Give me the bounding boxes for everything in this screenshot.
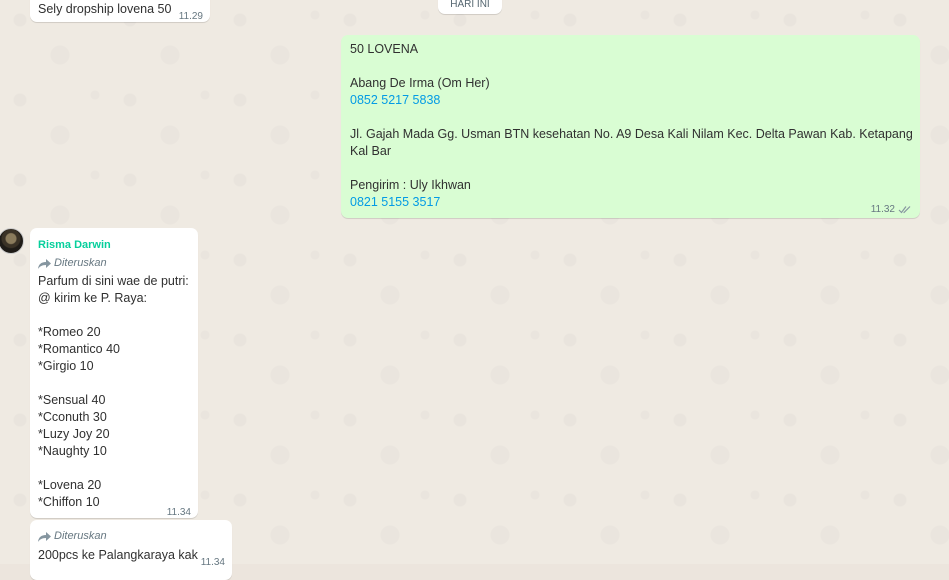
message-time: 11.32 — [870, 204, 895, 215]
message-line — [350, 160, 913, 177]
message-time: 11.34 — [166, 507, 191, 518]
message-text: Sely dropship lovena 50 — [38, 2, 172, 16]
message-body: Parfum di sini wae de putri: @ kirim ke P… — [38, 273, 189, 511]
message-line: Abang De Irma (Om Her) — [350, 76, 490, 90]
message-line — [38, 307, 189, 324]
message-line: *Girgio 10 — [38, 359, 94, 373]
message-outgoing-1[interactable]: 50 LOVENA Abang De Irma (Om Her) 0852 521… — [341, 35, 920, 218]
message-line — [350, 109, 913, 126]
message-line — [38, 375, 189, 392]
message-time: 11.34 — [200, 557, 225, 568]
message-line: Jl. Gajah Mada Gg. Usman BTN kesehatan N… — [350, 127, 913, 141]
phone-link[interactable]: 0852 5217 5838 — [350, 92, 913, 109]
message-line: Pengirim : Uly Ikhwan — [350, 178, 471, 192]
message-text: 200pcs ke Palangkaraya kak — [38, 548, 198, 562]
message-incoming-1[interactable]: Sely dropship lovena 50 11.29 — [30, 0, 210, 22]
forward-icon — [38, 531, 51, 542]
forwarded-text: Diteruskan — [54, 257, 107, 269]
message-line: Parfum di sini wae de putri: — [38, 274, 189, 288]
message-line: 50 LOVENA — [350, 42, 419, 56]
message-time: 11.29 — [178, 11, 203, 22]
forwarded-text: Diteruskan — [54, 530, 107, 542]
message-line: *Lovena 20 — [38, 478, 102, 492]
message-line: Kal Bar — [350, 144, 391, 158]
double-check-icon — [898, 205, 912, 214]
message-line: *Sensual 40 — [38, 393, 106, 407]
message-line: @ kirim ke P. Raya: — [38, 291, 148, 305]
message-line: *Luzy Joy 20 — [38, 427, 110, 441]
message-body: 50 LOVENA Abang De Irma (Om Her) 0852 521… — [350, 41, 913, 211]
message-line: *Cconuth 30 — [38, 410, 107, 424]
message-incoming-2[interactable]: Risma Darwin Diteruskan Parfum di sini w… — [30, 228, 198, 518]
sender-name[interactable]: Risma Darwin — [38, 237, 111, 254]
message-meta: 11.32 — [871, 201, 912, 218]
forwarded-label: Diteruskan — [38, 528, 107, 545]
forwarded-label: Diteruskan — [38, 255, 107, 272]
message-line — [38, 460, 189, 477]
message-line: *Romeo 20 — [38, 325, 101, 339]
phone-link[interactable]: 0821 5155 3517 — [350, 194, 913, 211]
date-chip: HARI INI — [438, 0, 502, 14]
message-line: *Naughty 10 — [38, 444, 107, 458]
message-line: *Romantico 40 — [38, 342, 120, 356]
message-incoming-3[interactable]: Diteruskan 200pcs ke Palangkaraya kak 11… — [30, 520, 232, 580]
message-line — [350, 58, 913, 75]
forward-icon — [38, 258, 51, 269]
